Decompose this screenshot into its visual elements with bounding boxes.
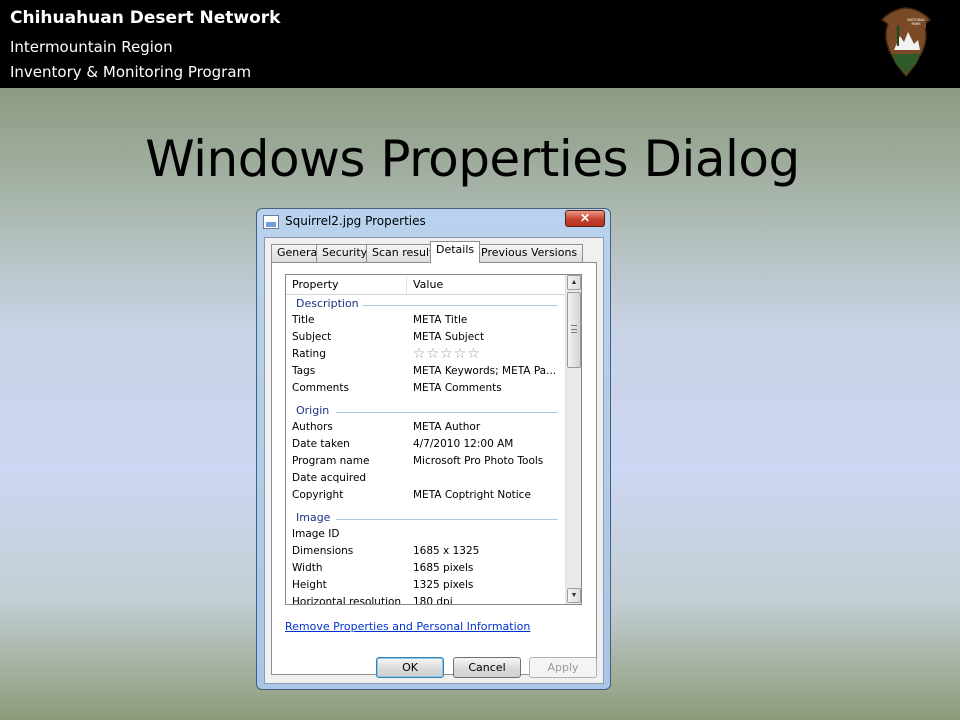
list-item[interactable]: Rating ☆☆☆☆☆ [286, 346, 567, 364]
property-value: 4/7/2010 12:00 AM [413, 438, 514, 450]
property-name: Height [292, 579, 327, 591]
property-name: Horizontal resolution [292, 596, 402, 605]
list-item[interactable]: Image ID [286, 527, 567, 544]
vertical-scrollbar[interactable]: ▲ ▼ [565, 275, 581, 604]
property-value: 1325 pixels [413, 579, 474, 591]
property-value: Microsoft Pro Photo Tools [413, 455, 544, 467]
list-item[interactable]: Comments META Comments [286, 381, 567, 398]
property-value: META Subject [413, 331, 485, 343]
image-file-icon [263, 215, 279, 229]
list-header: Property Value [286, 275, 567, 295]
tab-details[interactable]: Details [430, 241, 481, 263]
list-item[interactable]: Program name Microsoft Pro Photo Tools [286, 454, 567, 471]
dialog-client-area: General Security Scan results Details Pr… [264, 237, 604, 684]
property-name: Date acquired [292, 472, 367, 484]
rating-stars-icon[interactable]: ☆☆☆☆☆ [413, 346, 481, 362]
property-name: Copyright [292, 489, 344, 501]
property-value: 1685 x 1325 [413, 545, 480, 557]
close-button[interactable]: ✕ [565, 210, 605, 227]
group-divider [362, 305, 558, 306]
scroll-thumb[interactable] [567, 292, 581, 368]
tab-previous-versions[interactable]: Previous Versions [475, 244, 584, 262]
scroll-up-arrow-icon[interactable]: ▲ [567, 275, 581, 290]
property-name: Date taken [292, 438, 350, 450]
group-origin: Origin [296, 404, 330, 417]
grip-icon [571, 325, 577, 333]
property-value: META Author [413, 421, 481, 433]
list-item[interactable]: Title META Title [286, 313, 567, 330]
list-item[interactable]: Tags META Keywords; META Pa... [286, 364, 567, 381]
property-name: Comments [292, 382, 349, 394]
property-value: META Keywords; META Pa... [413, 365, 557, 377]
remove-properties-link[interactable]: Remove Properties and Personal Informati… [285, 620, 530, 633]
region-name: Intermountain Region [10, 38, 173, 56]
tab-security[interactable]: Security [316, 244, 374, 262]
apply-button[interactable]: Apply [529, 657, 597, 678]
dialog-title: Squirrel2.jpg Properties [285, 214, 426, 228]
property-name: Tags [292, 365, 316, 377]
list-item[interactable]: Date acquired [286, 471, 567, 488]
details-panel: Property Value Description Title META Ti… [271, 262, 597, 675]
column-divider[interactable] [406, 277, 407, 293]
list-item[interactable]: Copyright META Coptright Notice [286, 488, 567, 505]
property-name: Title [292, 314, 315, 326]
property-name: Width [292, 562, 323, 574]
scroll-down-arrow-icon[interactable]: ▼ [567, 588, 581, 603]
property-name: Image ID [292, 528, 340, 540]
column-header-value[interactable]: Value [413, 275, 443, 295]
ok-button[interactable]: OK [376, 657, 444, 678]
property-name: Program name [292, 455, 370, 467]
network-name: Chihuahuan Desert Network [10, 8, 281, 28]
group-divider [336, 412, 558, 413]
list-item[interactable]: Authors META Author [286, 420, 567, 437]
property-value: 180 dpi [413, 596, 453, 605]
property-value: META Coptright Notice [413, 489, 531, 501]
nps-arrowhead-logo: NATIONAL PARK [880, 7, 932, 78]
list-item[interactable]: Height 1325 pixels [286, 578, 567, 595]
program-name: Inventory & Monitoring Program [10, 63, 252, 81]
list-item[interactable]: Width 1685 pixels [286, 561, 567, 578]
list-item[interactable]: Dimensions 1685 x 1325 [286, 544, 567, 561]
property-value: 1685 pixels [413, 562, 474, 574]
header-banner: Chihuahuan Desert Network Intermountain … [0, 0, 960, 88]
property-name: Dimensions [292, 545, 354, 557]
property-value: META Comments [413, 382, 502, 394]
property-value: META Title [413, 314, 468, 326]
property-name: Rating [292, 348, 326, 360]
column-header-property[interactable]: Property [292, 275, 339, 295]
group-image: Image [296, 511, 331, 524]
list-item[interactable]: Date taken 4/7/2010 12:00 AM [286, 437, 567, 454]
group-description: Description [296, 297, 359, 310]
property-name: Subject [292, 331, 332, 343]
list-item[interactable]: Horizontal resolution 180 dpi [286, 595, 567, 605]
slide-title: Windows Properties Dialog [145, 130, 800, 188]
properties-dialog: Squirrel2.jpg Properties ✕ General Secur… [256, 208, 611, 690]
property-name: Authors [292, 421, 333, 433]
properties-list[interactable]: Property Value Description Title META Ti… [285, 274, 582, 605]
list-item[interactable]: Subject META Subject [286, 330, 567, 347]
group-divider [336, 519, 558, 520]
cancel-button[interactable]: Cancel [453, 657, 521, 678]
svg-text:PARK: PARK [911, 22, 921, 26]
